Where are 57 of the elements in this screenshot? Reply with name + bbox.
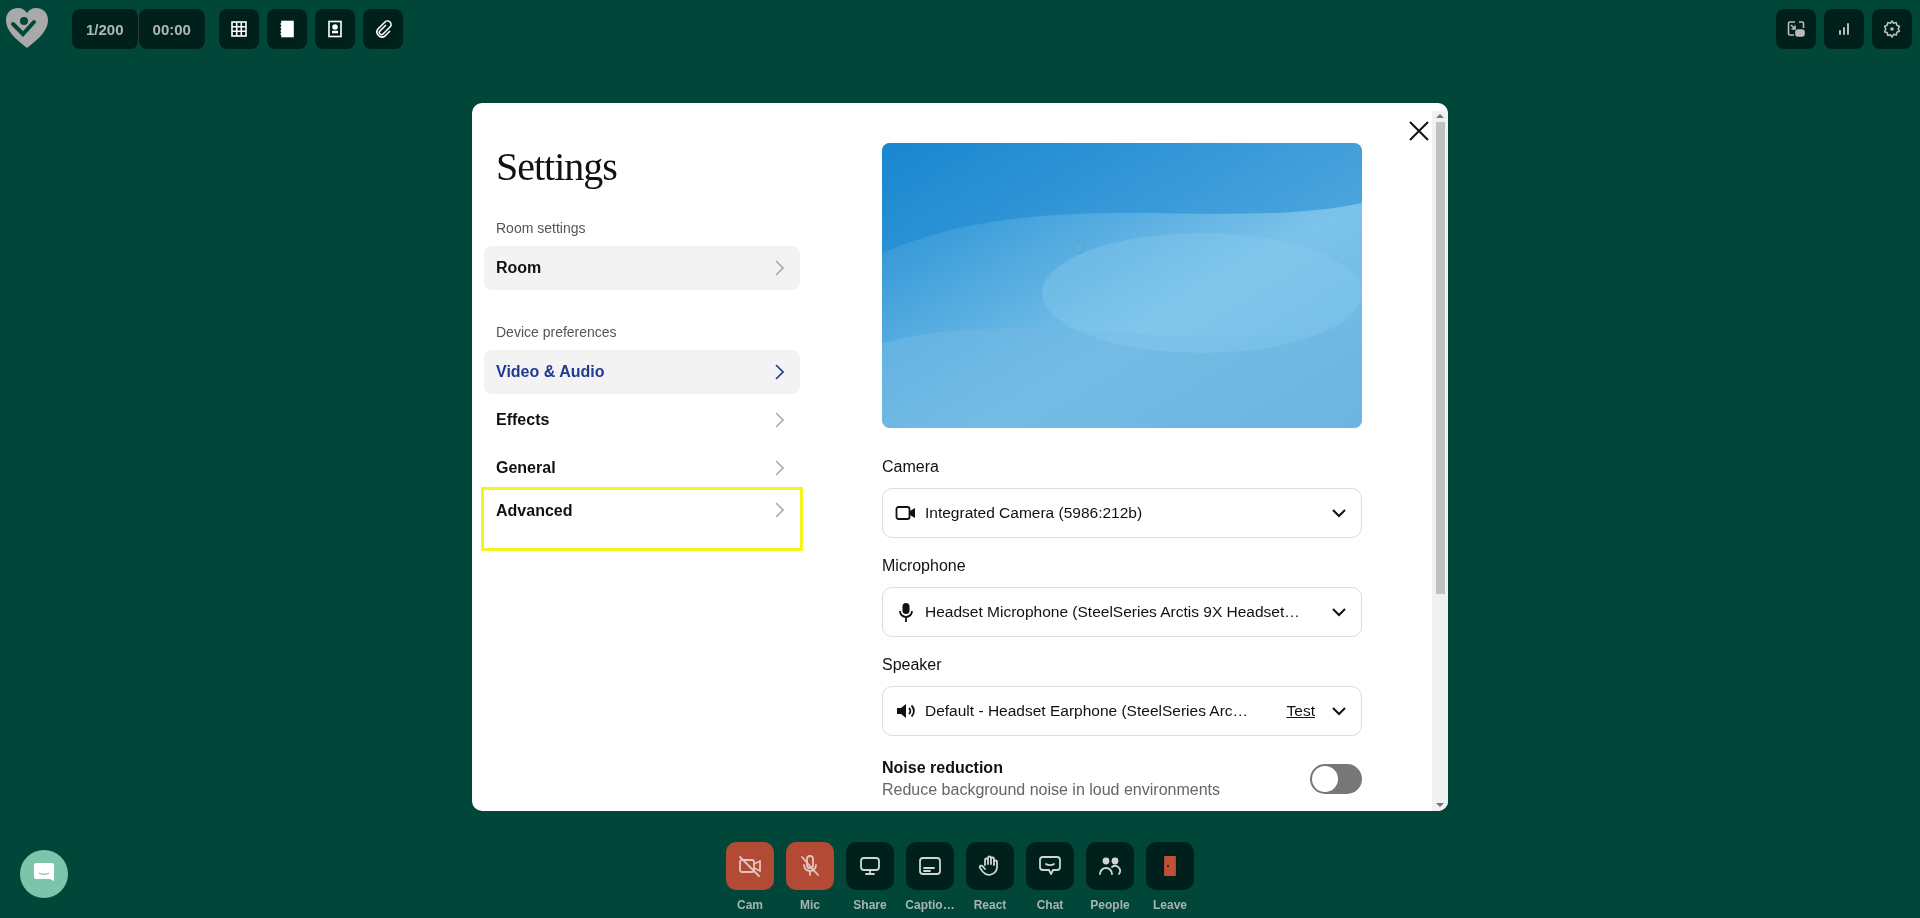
- toolbar-button[interactable]: [1824, 9, 1864, 49]
- settings-nav-item[interactable]: Video & Audio: [484, 350, 800, 394]
- call-control-button[interactable]: [846, 842, 894, 890]
- chevron-right-icon: [774, 364, 784, 380]
- settings-icon: [1882, 19, 1902, 39]
- control-label: Leave: [1153, 898, 1187, 912]
- device-dropdown[interactable]: Headset Microphone (SteelSeries Arctis 9X Headset…: [882, 587, 1362, 637]
- field-label: Microphone: [882, 557, 967, 575]
- participant-count: 1/200: [72, 9, 139, 49]
- chevron-right-icon: [774, 460, 784, 476]
- test-link[interactable]: Test: [1286, 702, 1315, 720]
- call-control-button[interactable]: [1026, 842, 1074, 890]
- control-label: React: [973, 898, 1007, 912]
- camera-off-icon: [737, 853, 763, 879]
- grid-icon: [228, 19, 249, 39]
- chevron-down-icon: [1331, 508, 1347, 518]
- toggle-switch[interactable]: [1310, 764, 1362, 794]
- toolbar-button[interactable]: [218, 9, 259, 49]
- call-control-button[interactable]: [966, 842, 1014, 890]
- chevron-down-icon: [1331, 706, 1347, 716]
- call-control-button[interactable]: [1086, 842, 1134, 890]
- toolbar-button[interactable]: [362, 9, 403, 49]
- device-dropdown[interactable]: Integrated Camera (5986:212b): [882, 488, 1362, 538]
- control-label: Cam: [737, 898, 763, 912]
- call-control-button[interactable]: [726, 842, 774, 890]
- settings-nav-item[interactable]: Advanced: [484, 490, 800, 548]
- setting-description: Reduce background noise in loud environments: [882, 781, 1220, 799]
- field-label: Speaker: [882, 656, 943, 674]
- toolbar-button[interactable]: [266, 9, 307, 49]
- section-heading: Device preferences: [496, 324, 618, 340]
- control-label: Mic: [800, 898, 820, 912]
- toolbar-button[interactable]: [314, 9, 355, 49]
- toolbar-button[interactable]: [1872, 9, 1912, 49]
- settings-nav-item[interactable]: Effects: [484, 398, 800, 442]
- chevron-down-icon: [1331, 607, 1347, 617]
- section-heading: Room settings: [496, 220, 587, 236]
- control-label: Share: [853, 898, 887, 912]
- meeting-timer: 00:00: [138, 9, 205, 49]
- setting-title: Noise reduction: [882, 759, 1004, 777]
- toolbar-button[interactable]: [1776, 9, 1816, 49]
- settings-nav-item[interactable]: General: [484, 446, 800, 490]
- close-icon[interactable]: [1408, 120, 1430, 142]
- control-label: Chat: [1036, 898, 1064, 912]
- settings-nav-item[interactable]: Room: [484, 246, 800, 290]
- chat-launcher-button[interactable]: [20, 850, 68, 898]
- control-label: Captio…: [905, 898, 955, 912]
- call-control-button[interactable]: [786, 842, 834, 890]
- chevron-right-icon: [774, 260, 784, 276]
- control-label: People: [1090, 898, 1130, 912]
- dialog-title: Settings: [496, 143, 618, 190]
- chevron-right-icon: [774, 502, 784, 518]
- scrollbar[interactable]: [1432, 111, 1448, 811]
- device-dropdown[interactable]: Default - Headset Earphone (SteelSeries Arc… Test: [882, 686, 1362, 736]
- picture-in-picture-icon: [1786, 19, 1806, 39]
- call-control-button[interactable]: [906, 842, 954, 890]
- field-label: Camera: [882, 458, 940, 476]
- chevron-right-icon: [774, 412, 784, 428]
